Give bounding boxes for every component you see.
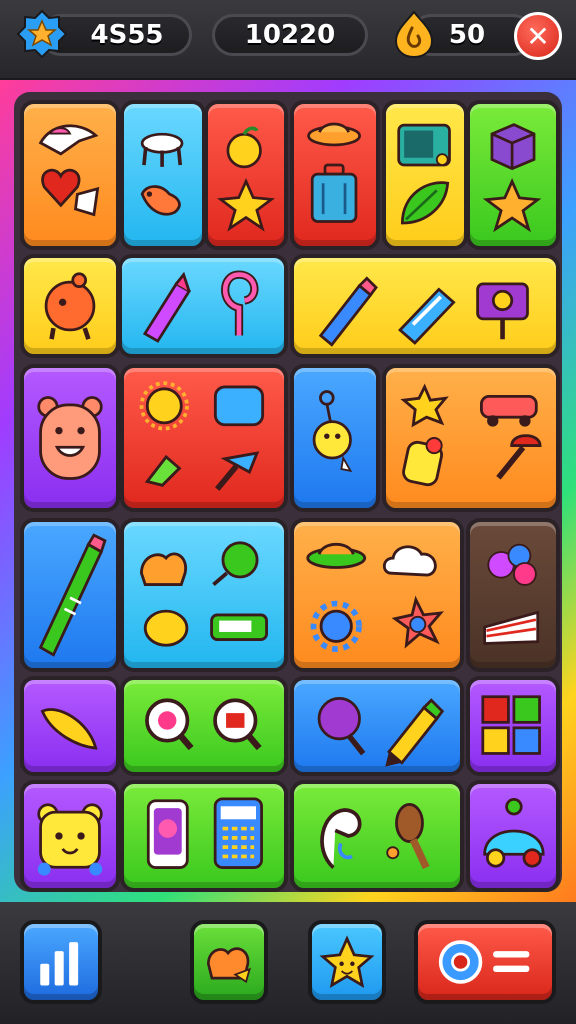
round-creature-icon bbox=[44, 272, 96, 340]
tile-r3-c4[interactable] bbox=[382, 364, 560, 512]
brush-stick-icon bbox=[38, 533, 107, 657]
tile-r3-c1[interactable] bbox=[20, 364, 120, 512]
tile-r1-c5[interactable] bbox=[382, 100, 468, 250]
left-stat-value: 4S55 bbox=[90, 20, 164, 50]
tile-r1-c4[interactable] bbox=[290, 100, 380, 250]
radio-and-leaf-icon bbox=[397, 123, 451, 225]
tile-r2-c3[interactable] bbox=[290, 254, 560, 358]
tile-r5-c3[interactable] bbox=[290, 676, 464, 776]
stats-button[interactable] bbox=[20, 920, 102, 1004]
cake-globe-bun-radio-icon bbox=[140, 541, 268, 647]
top-bar: 4S55 10220 50 ✕ bbox=[0, 0, 576, 80]
smiley-pendant-icon bbox=[312, 390, 353, 473]
saucer-and-luggage-icon bbox=[307, 122, 361, 223]
yellow-bear-icon bbox=[37, 803, 103, 876]
color-squares-icon bbox=[481, 695, 541, 755]
tile-r1-c6[interactable] bbox=[466, 100, 560, 250]
star-face-icon bbox=[319, 935, 375, 989]
saucer-cloud-gear-starburst-icon bbox=[306, 542, 444, 652]
magnifier-pair-icon bbox=[145, 698, 262, 751]
bear-face-icon bbox=[37, 396, 103, 480]
hook-and-maraca-icon bbox=[320, 803, 430, 870]
score-value: 10220 bbox=[244, 20, 336, 50]
banana-icon bbox=[40, 708, 98, 750]
close-icon: ✕ bbox=[526, 19, 550, 53]
stool-and-bird-icon bbox=[140, 132, 184, 216]
close-button[interactable]: ✕ bbox=[514, 12, 562, 60]
sun-block-plug-brush-icon bbox=[139, 381, 265, 491]
apple-and-star-icon bbox=[217, 126, 275, 232]
hat-and-heart-icon bbox=[38, 124, 100, 217]
tile-r6-c2[interactable] bbox=[120, 780, 288, 892]
pen-battery-camera-icon bbox=[318, 276, 529, 347]
bar-chart-icon bbox=[40, 942, 79, 986]
settings-menu-button[interactable] bbox=[414, 920, 556, 1004]
tile-r6-c4[interactable] bbox=[466, 780, 560, 892]
tile-r4-c3[interactable] bbox=[290, 518, 464, 672]
toy-car-icon bbox=[483, 798, 545, 868]
tile-r4-c2[interactable] bbox=[120, 518, 288, 672]
tile-r3-c3[interactable] bbox=[290, 364, 380, 512]
shop-button[interactable] bbox=[190, 920, 268, 1004]
bubbles-and-cake-slice-icon bbox=[483, 543, 540, 645]
score-counter: 10220 bbox=[212, 14, 368, 56]
tile-r2-c1[interactable] bbox=[20, 254, 120, 358]
tile-r5-c2[interactable] bbox=[120, 676, 288, 776]
right-stat-value: 50 bbox=[448, 20, 486, 50]
favorites-button[interactable] bbox=[308, 920, 386, 1004]
tile-r6-c3[interactable] bbox=[290, 780, 464, 892]
tile-r4-c4[interactable] bbox=[466, 518, 560, 672]
phone-and-calculator-icon bbox=[146, 797, 263, 869]
tile-r1-c3[interactable] bbox=[204, 100, 288, 250]
tile-r1-c2[interactable] bbox=[120, 100, 206, 250]
star-badge-icon bbox=[16, 9, 68, 59]
tile-r5-c4[interactable] bbox=[466, 676, 560, 776]
tile-r3-c2[interactable] bbox=[120, 364, 288, 512]
settings-menu-icon bbox=[438, 940, 530, 984]
crayon-and-hook-icon bbox=[142, 270, 259, 343]
lollipop-and-pencil-icon bbox=[317, 697, 445, 767]
tile-r1-c1[interactable] bbox=[20, 100, 120, 250]
tile-r6-c1[interactable] bbox=[20, 780, 120, 892]
bottom-bar bbox=[0, 902, 576, 1024]
cube-and-star-icon bbox=[482, 123, 542, 233]
game-board bbox=[0, 80, 576, 902]
flame-drop-icon bbox=[394, 10, 434, 59]
star-car-cup-mushroom-icon bbox=[400, 383, 542, 487]
tile-r2-c2[interactable] bbox=[118, 254, 288, 358]
tile-r5-c1[interactable] bbox=[20, 676, 120, 776]
cake-icon bbox=[207, 947, 251, 984]
tile-r4-c1[interactable] bbox=[20, 518, 120, 672]
